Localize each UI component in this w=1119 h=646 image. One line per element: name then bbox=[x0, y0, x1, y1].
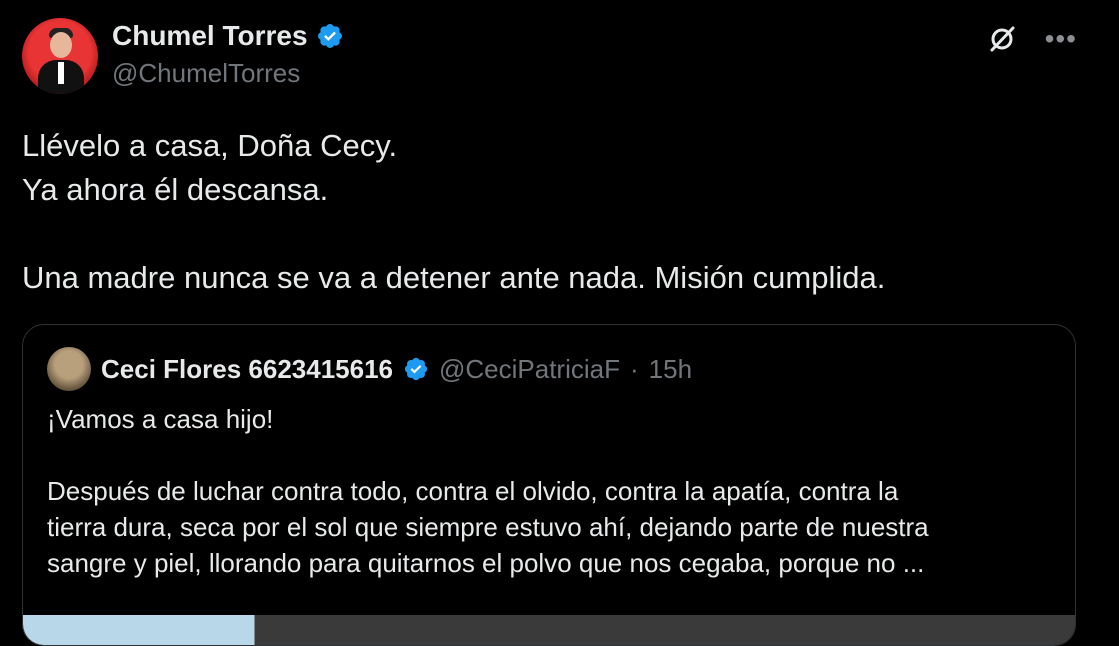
verified-badge-icon bbox=[404, 357, 428, 381]
quoted-author-avatar[interactable] bbox=[47, 347, 91, 391]
quoted-tweet-line: ¡Vamos a casa hijo! bbox=[47, 404, 274, 434]
tweet-line: Una madre nunca se va a detener ante nad… bbox=[22, 260, 886, 295]
author-display-name[interactable]: Chumel Torres bbox=[112, 20, 308, 52]
tweet-body: Llévelo a casa, Doña Cecy. Ya ahora él d… bbox=[22, 124, 1082, 300]
author-avatar[interactable] bbox=[22, 18, 98, 94]
quoted-tweet-time[interactable]: 15h bbox=[649, 354, 692, 385]
quoted-tweet-line: tierra dura, seca por el sol que siempre… bbox=[47, 512, 929, 542]
quoted-tweet-line: sangre y piel, llorando para quitarnos e… bbox=[47, 548, 925, 578]
more-icon[interactable]: ••• bbox=[1045, 25, 1077, 53]
grok-icon[interactable] bbox=[987, 24, 1017, 54]
tweet-line: Llévelo a casa, Doña Cecy. bbox=[22, 128, 398, 163]
separator-dot: · bbox=[629, 353, 639, 384]
author-display-name-row[interactable]: Chumel Torres bbox=[112, 20, 344, 52]
quoted-author-handle[interactable]: @CeciPatriciaF bbox=[439, 354, 620, 385]
verified-badge-icon bbox=[317, 24, 342, 48]
author-names: Chumel Torres @ChumelTorres bbox=[112, 20, 344, 89]
author-handle[interactable]: @ChumelTorres bbox=[112, 58, 344, 89]
quoted-tweet-header: Ceci Flores 6623415616 @CeciPatriciaF · … bbox=[47, 347, 692, 391]
quoted-tweet[interactable]: Ceci Flores 6623415616 @CeciPatriciaF · … bbox=[22, 324, 1076, 646]
quoted-tweet-line: Después de luchar contra todo, contra el… bbox=[47, 476, 899, 506]
tweet-line: Ya ahora él descansa. bbox=[22, 172, 329, 207]
quoted-tweet-line bbox=[47, 437, 1047, 473]
quoted-author-name[interactable]: Ceci Flores 6623415616 bbox=[101, 354, 393, 385]
quoted-tweet-body: ¡Vamos a casa hijo! Después de luchar co… bbox=[47, 401, 1047, 581]
tweet-line bbox=[22, 212, 1082, 256]
tweet-header: Chumel Torres @ChumelTorres ••• bbox=[22, 18, 1097, 98]
tweet-actions: ••• bbox=[987, 24, 1077, 54]
